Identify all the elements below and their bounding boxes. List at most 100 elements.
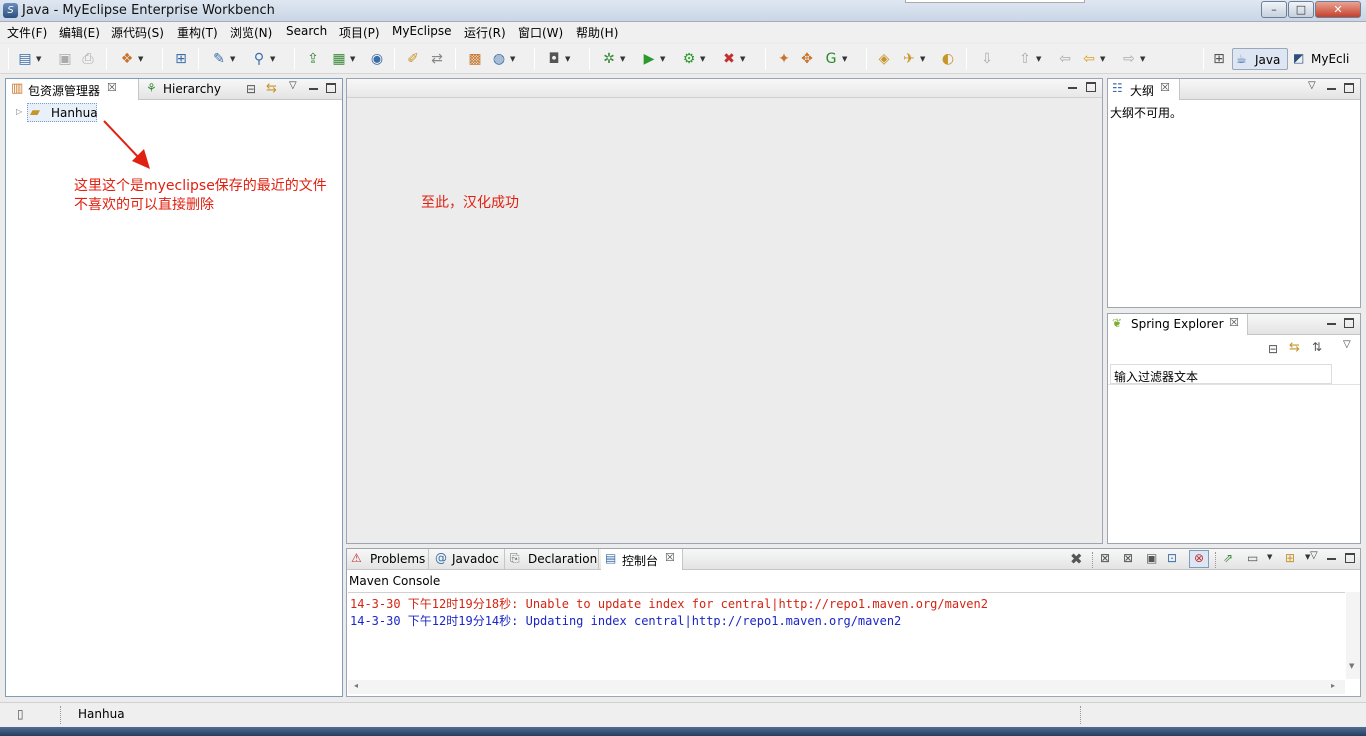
tab-outline[interactable]: ☷ 大纲 ☒ [1108,79,1180,100]
close-icon[interactable]: ☒ [1229,316,1239,329]
tab-hierarchy[interactable]: ⚘ Hierarchy [142,79,224,100]
back-icon[interactable]: ⇦ [1080,50,1105,68]
run-external-icon[interactable]: ⚙ [680,50,706,68]
minimize-view-icon[interactable] [1327,319,1337,329]
minimize-view-icon[interactable] [1327,554,1337,564]
minimize-view-icon[interactable] [1327,84,1337,94]
scroll-down-icon[interactable]: ▼ [1349,662,1354,670]
maximize-view-icon[interactable] [326,83,336,93]
new-icon[interactable]: ▤ [16,50,41,68]
open-perspective-icon[interactable]: ⊞ [1210,50,1228,68]
maximize-view-icon[interactable] [1344,83,1354,93]
image-icon[interactable]: ▩ [466,50,484,68]
terminate-icon[interactable]: ✖ [1070,550,1083,568]
close-icon[interactable]: ☒ [1160,81,1170,94]
last-edit-icon[interactable]: ⇦ [1056,50,1074,68]
tab-spring-explorer[interactable]: ❦ Spring Explorer ☒ [1108,314,1248,335]
deploy-icon[interactable]: ⇪ [304,50,322,68]
minimize-button[interactable]: – [1261,1,1287,18]
menu-refactor[interactable]: 重构(T) [177,24,218,41]
run-icon[interactable]: ▶ [640,50,666,68]
outline-icon: ☷ [1112,81,1123,95]
stop-icon[interactable]: ✖ [720,50,745,68]
close-button[interactable]: ✕ [1315,1,1361,18]
chevron-down-icon[interactable]: ▼ [1267,553,1272,561]
scroll-right-icon[interactable]: ▸ [1331,681,1335,690]
maximize-view-icon[interactable] [1344,318,1354,328]
new-server-icon[interactable]: ✎ [210,50,235,68]
clear-console-icon[interactable]: ▣ [1146,551,1157,565]
minimize-view-icon[interactable] [309,84,319,94]
refresh-icon[interactable]: ⇄ [428,50,446,68]
close-icon[interactable]: ☒ [665,551,675,564]
web-icon[interactable]: ◍ [490,50,515,68]
perspective-java[interactable]: ☕ Java [1232,48,1288,70]
console-output[interactable]: 14-3-30 下午12时19分18秒: Unable to update in… [348,592,1345,679]
folder-open-icon[interactable]: ◐ [939,50,957,68]
menu-source[interactable]: 源代码(S) [111,24,164,41]
tab-console[interactable]: ▤ 控制台 ☒ [601,549,683,570]
collapse-all-icon[interactable]: ⊟ [1268,342,1278,356]
search-icon[interactable]: ⚲ [250,50,276,68]
menu-bar: 文件(F) 编辑(E) 源代码(S) 重构(T) 浏览(N) Search 项目… [0,22,1366,42]
next-annotation-icon[interactable]: ⇩ [978,50,996,68]
new-class-icon[interactable]: ✦ [775,50,793,68]
open-console-icon[interactable]: ⊞ [1285,551,1295,565]
scroll-left-icon[interactable]: ◂ [354,681,358,690]
horizontal-scrollbar[interactable]: ◂ ▸ [348,680,1345,694]
link-editor-icon[interactable]: ⇆ [1289,340,1300,355]
tab-declaration[interactable]: ⎘ Declaration [507,549,599,570]
menu-project[interactable]: 项目(P) [339,24,380,41]
save-icon[interactable]: ▣ [56,50,74,68]
view-menu-icon[interactable]: ▽ [1343,339,1351,350]
print-icon[interactable]: ⎙ [79,50,97,68]
new-package-icon[interactable]: ✥ [798,50,816,68]
debug-icon[interactable]: ✲ [600,50,625,68]
forward-icon[interactable]: ⇨ [1120,50,1145,68]
scroll-lock-icon[interactable]: ⊡ [1167,551,1177,565]
expand-arrow-icon[interactable]: ▷ [16,107,22,116]
menu-help[interactable]: 帮助(H) [576,24,618,41]
view-menu-icon[interactable]: ▽ [289,80,297,91]
display-console-icon[interactable]: ▭ [1247,551,1258,565]
show-console-icon[interactable]: ⊗ [1189,550,1209,568]
menu-edit[interactable]: 编辑(E) [59,24,100,41]
browser-icon[interactable]: ◉ [368,50,386,68]
pin-console-icon[interactable]: ⇗ [1223,551,1233,565]
menu-search[interactable]: Search [286,24,327,38]
new-project-icon[interactable]: ❖ [118,50,144,68]
remove-all-icon[interactable]: ⊠ [1123,551,1133,565]
maximize-button[interactable]: □ [1288,1,1314,18]
tab-javadoc[interactable]: @ Javadoc [431,549,505,570]
vertical-scrollbar[interactable]: ▼ [1346,592,1360,679]
perspective-myeclipse[interactable]: ◩ MyEcli [1291,48,1366,70]
sort-az-icon[interactable]: ⇅ [1312,340,1322,354]
minimize-editor-icon[interactable] [1068,83,1078,93]
open-type-icon[interactable]: ⊞ [172,50,190,68]
tab-package-explorer[interactable]: ▥ 包资源管理器 ☒ [6,79,139,100]
maximize-view-icon[interactable] [1345,553,1355,563]
remove-launch-icon[interactable]: ⊠ [1100,551,1110,565]
close-icon[interactable]: ☒ [107,81,117,94]
view-menu-icon[interactable]: ▽ [1310,550,1318,561]
fast-view-icon[interactable]: ▯ [17,707,24,721]
menu-run[interactable]: 运行(R) [464,24,506,41]
collapse-all-icon[interactable]: ⊟ [246,82,256,96]
link-editor-icon[interactable]: ⇆ [266,81,277,96]
view-menu-icon[interactable]: ▽ [1308,80,1316,91]
new-java-icon[interactable]: G [822,50,848,68]
prev-annotation-icon[interactable]: ⇧ [1016,50,1041,68]
camera-icon[interactable]: ◘ [545,50,570,68]
open-task-icon[interactable]: ◈ [875,50,893,68]
open-folder-icon[interactable]: ✐ [404,50,422,68]
menu-myeclipse[interactable]: MyEclipse [392,24,452,38]
tab-problems[interactable]: ⚠ Problems [347,549,429,570]
filter-input[interactable]: 输入过滤器文本 [1110,364,1332,384]
tools-icon[interactable]: ✈ [900,50,925,68]
server-icon[interactable]: ▦ [330,50,355,68]
menu-file[interactable]: 文件(F) [7,24,47,41]
menu-window[interactable]: 窗口(W) [518,24,563,41]
menu-navigate[interactable]: 浏览(N) [230,24,272,41]
tree-item-hanhua[interactable]: ▰ Hanhua [27,103,98,122]
maximize-editor-icon[interactable] [1086,82,1096,92]
